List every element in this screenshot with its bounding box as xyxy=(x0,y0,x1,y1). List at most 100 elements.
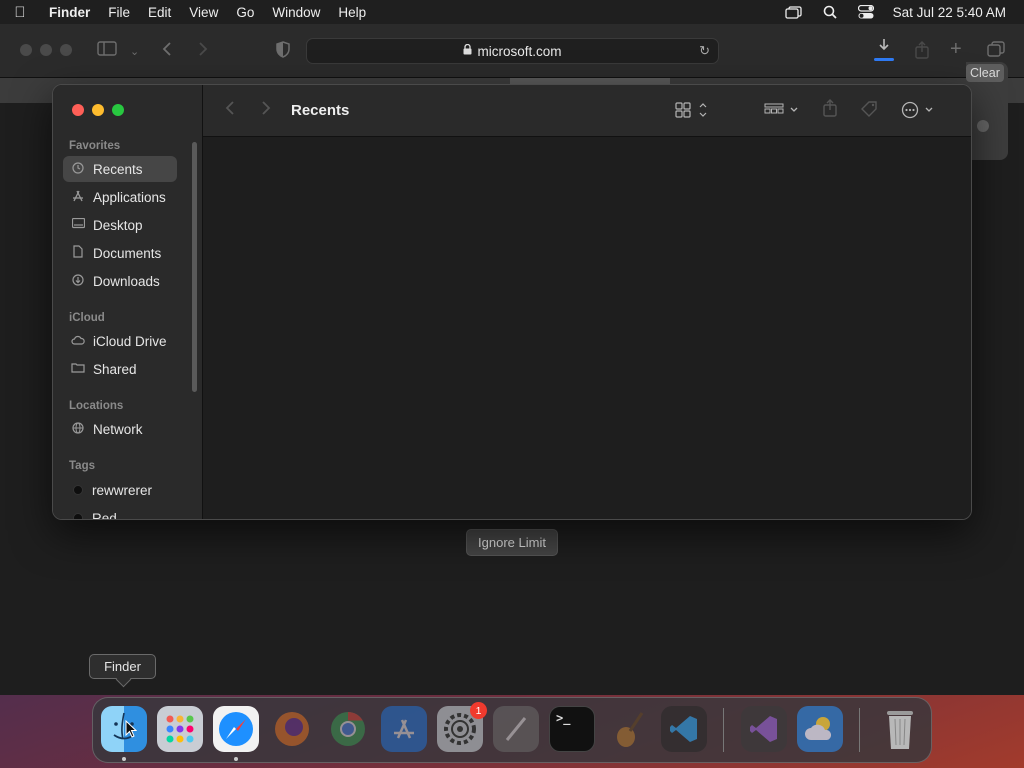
sidebar-item-label: Shared xyxy=(93,361,137,377)
lock-icon xyxy=(463,43,472,58)
tag-color-dot-icon xyxy=(73,485,83,495)
sidebar-tag-item[interactable]: rewwrerer xyxy=(63,477,177,503)
zoom-button[interactable] xyxy=(112,104,124,116)
sidebar-item-label: iCloud Drive xyxy=(93,333,167,349)
sidebar-item-label: Downloads xyxy=(93,273,160,289)
sidebar-heading-locations: Locations xyxy=(69,400,124,412)
clock-icon xyxy=(71,161,85,177)
new-tab-icon[interactable]: + xyxy=(950,38,962,61)
screen-mirroring-icon[interactable] xyxy=(785,5,803,19)
menu-window[interactable]: Window xyxy=(263,5,329,20)
window-controls xyxy=(72,104,124,116)
sidebar-toggle-icon[interactable] xyxy=(97,41,117,61)
sidebar-item-label: Network xyxy=(93,421,143,437)
share-icon[interactable] xyxy=(822,99,838,122)
dock-finder-icon[interactable] xyxy=(101,706,147,752)
close-button[interactable] xyxy=(72,104,84,116)
globe-icon xyxy=(71,421,85,437)
share-icon[interactable] xyxy=(914,41,930,64)
finder-window: Favorites Recents Applications Desktop D… xyxy=(52,84,972,520)
download-item-icon[interactable] xyxy=(977,120,989,132)
sidebar-heading-tags: Tags xyxy=(69,460,95,472)
menu-view[interactable]: View xyxy=(180,5,227,20)
sidebar-item-documents[interactable]: Documents xyxy=(63,240,177,266)
cloud-icon xyxy=(71,334,85,348)
sidebar-scrollbar[interactable] xyxy=(192,142,197,392)
mouse-cursor-icon xyxy=(125,719,138,743)
forward-icon[interactable] xyxy=(261,100,271,121)
safari-toolbar: ⌄ microsoft.com ↻ + xyxy=(0,24,1024,78)
ignore-limit-button[interactable]: Ignore Limit xyxy=(466,529,558,556)
menubar-datetime[interactable]: Sat Jul 22 5:40 AM xyxy=(893,5,1006,20)
sidebar-item-recents[interactable]: Recents xyxy=(63,156,177,182)
sidebar-heading-favorites: Favorites xyxy=(69,140,121,152)
sidebar-item-applications[interactable]: Applications xyxy=(63,184,177,210)
tab-overview-icon[interactable] xyxy=(987,41,1005,62)
sidebar-item-label: Documents xyxy=(93,245,162,261)
dock-garageband-icon[interactable] xyxy=(605,706,651,752)
back-icon[interactable] xyxy=(225,100,235,121)
menu-go[interactable]: Go xyxy=(227,5,263,20)
sidebar-item-label: Red xyxy=(92,510,117,520)
finder-sidebar: Favorites Recents Applications Desktop D… xyxy=(53,85,203,520)
minimize-button[interactable] xyxy=(92,104,104,116)
sidebar-item-label: Applications xyxy=(93,189,166,205)
tag-color-dot-icon xyxy=(73,513,83,519)
control-center-icon[interactable] xyxy=(857,5,875,19)
sidebar-item-desktop[interactable]: Desktop xyxy=(63,212,177,238)
sidebar-heading-icloud: iCloud xyxy=(69,312,105,324)
dock-trash-icon[interactable] xyxy=(877,706,923,752)
download-icon xyxy=(71,273,85,289)
dock: 1 >_ xyxy=(92,697,932,763)
shared-folder-icon xyxy=(71,362,85,376)
dock-weather-icon[interactable] xyxy=(797,706,843,752)
sidebar-item-downloads[interactable]: Downloads xyxy=(63,268,177,294)
notification-badge: 1 xyxy=(470,702,487,719)
finder-toolbar: Recents xyxy=(203,85,971,137)
downloads-icon[interactable] xyxy=(877,38,891,59)
dock-vscode-icon[interactable] xyxy=(661,706,707,752)
clear-downloads-button[interactable]: Clear xyxy=(966,64,1004,82)
sidebar-item-label: rewwrerer xyxy=(92,482,153,498)
address-text: microsoft.com xyxy=(477,43,562,59)
dock-chrome-icon[interactable] xyxy=(325,706,371,752)
menu-file[interactable]: File xyxy=(99,5,139,20)
apple-logo-icon[interactable]:  xyxy=(0,4,40,21)
dock-launchpad-icon[interactable] xyxy=(157,706,203,752)
more-actions-icon[interactable] xyxy=(901,101,937,124)
dock-firefox-icon[interactable] xyxy=(269,706,315,752)
running-indicator xyxy=(122,757,126,761)
window-title: Recents xyxy=(291,102,350,119)
sidebar-tag-item[interactable]: Red xyxy=(63,505,177,520)
dock-tooltip: Finder xyxy=(89,654,156,679)
sidebar-item-shared[interactable]: Shared xyxy=(63,356,177,382)
finder-content-area[interactable] xyxy=(203,137,971,519)
dock-terminal-icon[interactable]: >_ xyxy=(549,706,595,752)
applications-icon xyxy=(71,190,85,205)
dock-visual-studio-icon[interactable] xyxy=(741,706,787,752)
forward-icon[interactable] xyxy=(198,41,208,62)
address-bar[interactable]: microsoft.com ↻ xyxy=(306,38,719,64)
download-progress-indicator xyxy=(874,58,894,61)
back-icon[interactable] xyxy=(162,41,172,62)
document-icon xyxy=(71,245,85,261)
sidebar-item-label: Desktop xyxy=(93,217,143,233)
menu-finder[interactable]: Finder xyxy=(40,5,99,20)
sidebar-item-icloud-drive[interactable]: iCloud Drive xyxy=(63,328,177,354)
menu-help[interactable]: Help xyxy=(329,5,375,20)
tag-icon[interactable] xyxy=(859,99,879,124)
dock-app-store-icon[interactable] xyxy=(381,706,427,752)
dock-safari-icon[interactable] xyxy=(213,706,259,752)
dock-separator xyxy=(723,708,724,752)
reload-icon[interactable]: ↻ xyxy=(699,43,710,59)
menu-edit[interactable]: Edit xyxy=(139,5,180,20)
icon-view-icon[interactable] xyxy=(675,102,709,123)
search-icon[interactable] xyxy=(821,5,839,19)
dock-script-editor-icon[interactable] xyxy=(493,706,539,752)
chevron-down-icon[interactable]: ⌄ xyxy=(130,45,139,58)
menu-bar:  Finder File Edit View Go Window Help S… xyxy=(0,0,1024,24)
safari-window-controls[interactable] xyxy=(20,44,72,56)
sidebar-item-network[interactable]: Network xyxy=(63,416,177,442)
privacy-shield-icon[interactable] xyxy=(275,41,291,63)
group-by-icon[interactable] xyxy=(764,102,800,123)
